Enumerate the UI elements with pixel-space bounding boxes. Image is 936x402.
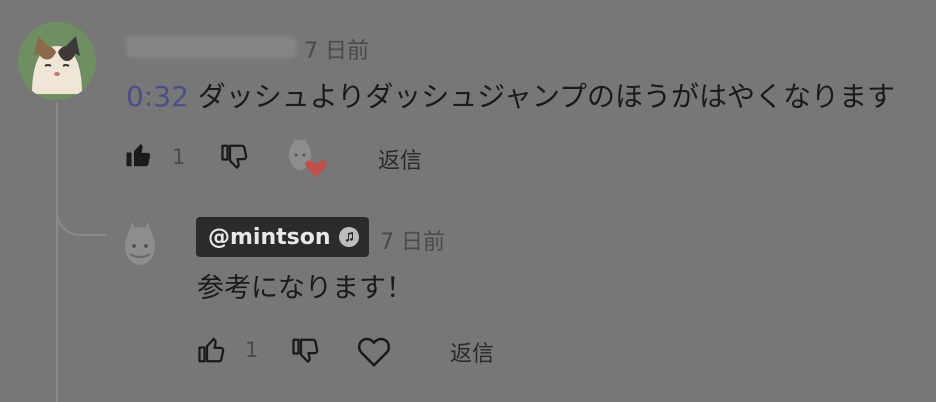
comment-time[interactable]: 7 日前: [304, 33, 369, 65]
music-note-verified-icon: [338, 227, 359, 247]
heart-icon: [357, 337, 391, 367]
creator-heart[interactable]: [284, 135, 330, 181]
thumbs-down-icon: [292, 338, 319, 363]
like-button[interactable]: [124, 140, 154, 170]
like-count: 1: [172, 145, 186, 169]
thumbs-up-icon: [198, 337, 225, 363]
reply-avatar[interactable]: [120, 220, 160, 268]
comment-body: ダッシュよりダッシュジャンプのほうがはやくなります: [188, 80, 895, 113]
comment-text: 0:32 ダッシュよりダッシュジャンプのほうがはやくなります: [126, 75, 895, 115]
reply-like-count: 1: [245, 338, 259, 362]
thumbs-up-filled-icon: [126, 143, 151, 167]
reply-dislike-button[interactable]: [291, 336, 321, 366]
creator-heart-icon: [289, 138, 327, 177]
dislike-button[interactable]: [220, 142, 250, 172]
reply-heart-button[interactable]: [354, 332, 394, 370]
cat-avatar-icon: [18, 22, 96, 100]
avatar[interactable]: [18, 22, 96, 100]
thread-line: [56, 102, 58, 402]
reply-like-button[interactable]: [197, 335, 227, 365]
thread-connector: [56, 190, 106, 236]
reply-text: 参考になります！: [197, 273, 413, 304]
timestamp-link[interactable]: 0:32: [126, 80, 189, 113]
channel-owner-badge[interactable]: @mintson: [196, 217, 369, 257]
reply-time[interactable]: 7 日前: [380, 224, 445, 256]
reply-author-name: @mintson: [208, 224, 331, 250]
reply-button[interactable]: 返信: [378, 143, 422, 175]
comment-author-name[interactable]: [126, 36, 296, 58]
reply-avatar-icon: [125, 222, 155, 265]
reply-reply-button[interactable]: 返信: [450, 336, 494, 368]
thumbs-down-icon: [221, 144, 248, 169]
